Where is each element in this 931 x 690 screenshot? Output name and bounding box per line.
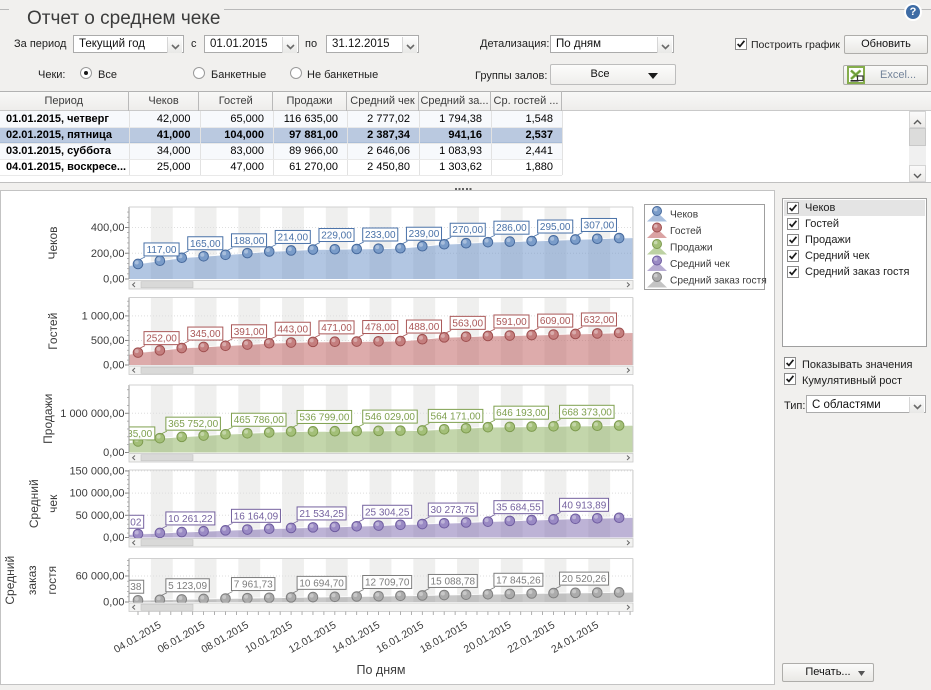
svg-text:307,00: 307,00 bbox=[584, 220, 615, 231]
svg-text:500,00: 500,00 bbox=[91, 335, 125, 347]
svg-text:1 000 000,00: 1 000 000,00 bbox=[60, 408, 124, 420]
svg-text:Гостей: Гостей bbox=[46, 313, 60, 350]
svg-text:0,00: 0,00 bbox=[103, 447, 124, 459]
svg-text:12 709,70: 12 709,70 bbox=[365, 577, 410, 588]
svg-text:17 845,26: 17 845,26 bbox=[496, 575, 541, 586]
svg-text:чек: чек bbox=[46, 494, 60, 513]
svg-text:21 534,25: 21 534,25 bbox=[299, 509, 344, 520]
svg-text:564 171,00: 564 171,00 bbox=[431, 411, 481, 422]
svg-text:60 000,00: 60 000,00 bbox=[76, 571, 125, 583]
svg-text:229,00: 229,00 bbox=[321, 231, 352, 242]
svg-text:252,00: 252,00 bbox=[146, 334, 177, 345]
svg-text:Гостей: Гостей bbox=[670, 226, 702, 237]
svg-text:гостя: гостя bbox=[45, 566, 59, 595]
svg-text:10 694,70: 10 694,70 bbox=[299, 578, 344, 589]
svg-text:117,00: 117,00 bbox=[147, 245, 177, 256]
svg-text:Продажи: Продажи bbox=[670, 243, 713, 254]
svg-text:165,00: 165,00 bbox=[190, 239, 221, 250]
svg-text:668 373,00: 668 373,00 bbox=[562, 407, 612, 418]
svg-text:478,00: 478,00 bbox=[365, 323, 396, 334]
svg-text:270,00: 270,00 bbox=[452, 225, 483, 236]
svg-text:546 029,00: 546 029,00 bbox=[365, 412, 415, 423]
svg-text:536 799,00: 536 799,00 bbox=[299, 412, 349, 423]
svg-text:0,00: 0,00 bbox=[103, 532, 124, 544]
svg-text:200,00: 200,00 bbox=[91, 248, 125, 260]
svg-text:16 164,09: 16 164,09 bbox=[234, 511, 279, 522]
svg-text:0,00: 0,00 bbox=[103, 597, 124, 609]
svg-text:0,00: 0,00 bbox=[103, 360, 124, 372]
svg-text:443,00: 443,00 bbox=[277, 324, 308, 335]
svg-text:365 752,00: 365 752,00 bbox=[168, 419, 218, 430]
svg-text:400,00: 400,00 bbox=[91, 222, 125, 234]
svg-text:646 193,00: 646 193,00 bbox=[496, 408, 546, 419]
svg-text:50 000,00: 50 000,00 bbox=[76, 510, 125, 522]
svg-text:591,00: 591,00 bbox=[496, 317, 527, 328]
svg-text:Продажи: Продажи bbox=[41, 394, 55, 444]
svg-text:391,00: 391,00 bbox=[234, 327, 265, 338]
svg-text:609,00: 609,00 bbox=[540, 316, 571, 327]
svg-text:5 123,09: 5 123,09 bbox=[168, 581, 207, 592]
svg-text:214,00: 214,00 bbox=[277, 232, 308, 243]
svg-text:Средний заказ гостя: Средний заказ гостя bbox=[670, 276, 767, 287]
svg-text:40 913,89: 40 913,89 bbox=[562, 500, 607, 511]
svg-text:563,00: 563,00 bbox=[452, 318, 483, 329]
svg-text:25 304,25: 25 304,25 bbox=[365, 507, 410, 518]
svg-text:Средний чек: Средний чек bbox=[670, 259, 730, 270]
svg-text:10 261,22: 10 261,22 bbox=[168, 514, 213, 525]
svg-text:15 088,78: 15 088,78 bbox=[431, 576, 476, 587]
svg-text:632,00: 632,00 bbox=[584, 315, 615, 326]
svg-text:20 520,26: 20 520,26 bbox=[562, 574, 607, 585]
svg-text:233,00: 233,00 bbox=[365, 230, 396, 241]
svg-text:30 273,75: 30 273,75 bbox=[431, 505, 476, 516]
svg-text:35 684,55: 35 684,55 bbox=[496, 503, 541, 514]
svg-text:По дням: По дням bbox=[357, 663, 406, 677]
svg-text:0,00: 0,00 bbox=[103, 274, 124, 286]
svg-text:Средний: Средний bbox=[3, 556, 17, 605]
svg-text:100 000,00: 100 000,00 bbox=[69, 488, 124, 500]
svg-text:239,00: 239,00 bbox=[409, 229, 440, 240]
svg-text:Чеков: Чеков bbox=[670, 210, 698, 221]
svg-text:188,00: 188,00 bbox=[234, 236, 265, 247]
svg-text:286,00: 286,00 bbox=[496, 223, 527, 234]
svg-text:заказ: заказ bbox=[25, 565, 39, 595]
svg-text:465 786,00: 465 786,00 bbox=[234, 415, 284, 426]
svg-text:471,00: 471,00 bbox=[321, 323, 352, 334]
svg-text:295,00: 295,00 bbox=[540, 222, 571, 233]
svg-text:Средний: Средний bbox=[27, 479, 41, 528]
svg-text:150 000,00: 150 000,00 bbox=[69, 465, 124, 477]
svg-text:488,00: 488,00 bbox=[409, 322, 440, 333]
svg-text:345,00: 345,00 bbox=[190, 329, 221, 340]
svg-text:7 961,73: 7 961,73 bbox=[234, 580, 273, 591]
svg-text:Чеков: Чеков bbox=[46, 226, 60, 259]
svg-text:1 000,00: 1 000,00 bbox=[82, 310, 125, 322]
